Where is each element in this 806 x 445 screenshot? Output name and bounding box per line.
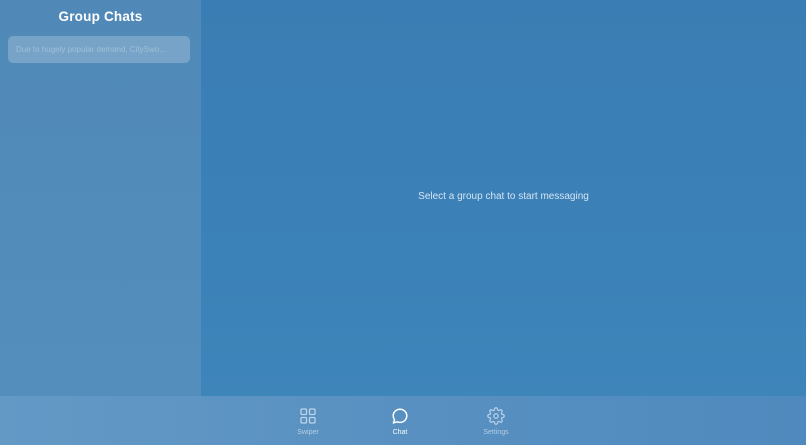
app-window: Group Chats Due to hugely popular demand… (0, 0, 806, 445)
nav-label-settings: Settings (483, 429, 509, 436)
grid-icon (300, 408, 316, 424)
gear-icon (487, 407, 505, 425)
empty-state-message: Select a group chat to start messaging (418, 191, 589, 202)
group-chats-sidebar: Group Chats Due to hugely popular demand… (0, 0, 201, 396)
chat-main-area: Select a group chat to start messaging (201, 0, 806, 396)
sidebar-title: Group Chats (58, 9, 143, 24)
chat-bubble-icon (392, 408, 408, 424)
chat-preview-text: Due to hugely popular demand, CitySwo... (16, 45, 166, 54)
bottom-navigation-bar: Swiper Chat Settings (0, 396, 806, 445)
nav-item-swiper[interactable]: Swiper (278, 396, 338, 445)
nav-item-chat[interactable]: Chat (370, 396, 430, 445)
group-chat-item[interactable]: Due to hugely popular demand, CitySwo... (8, 36, 190, 63)
nav-item-settings[interactable]: Settings (466, 396, 526, 445)
nav-label-chat: Chat (392, 429, 408, 436)
nav-label-swiper: Swiper (297, 429, 319, 436)
